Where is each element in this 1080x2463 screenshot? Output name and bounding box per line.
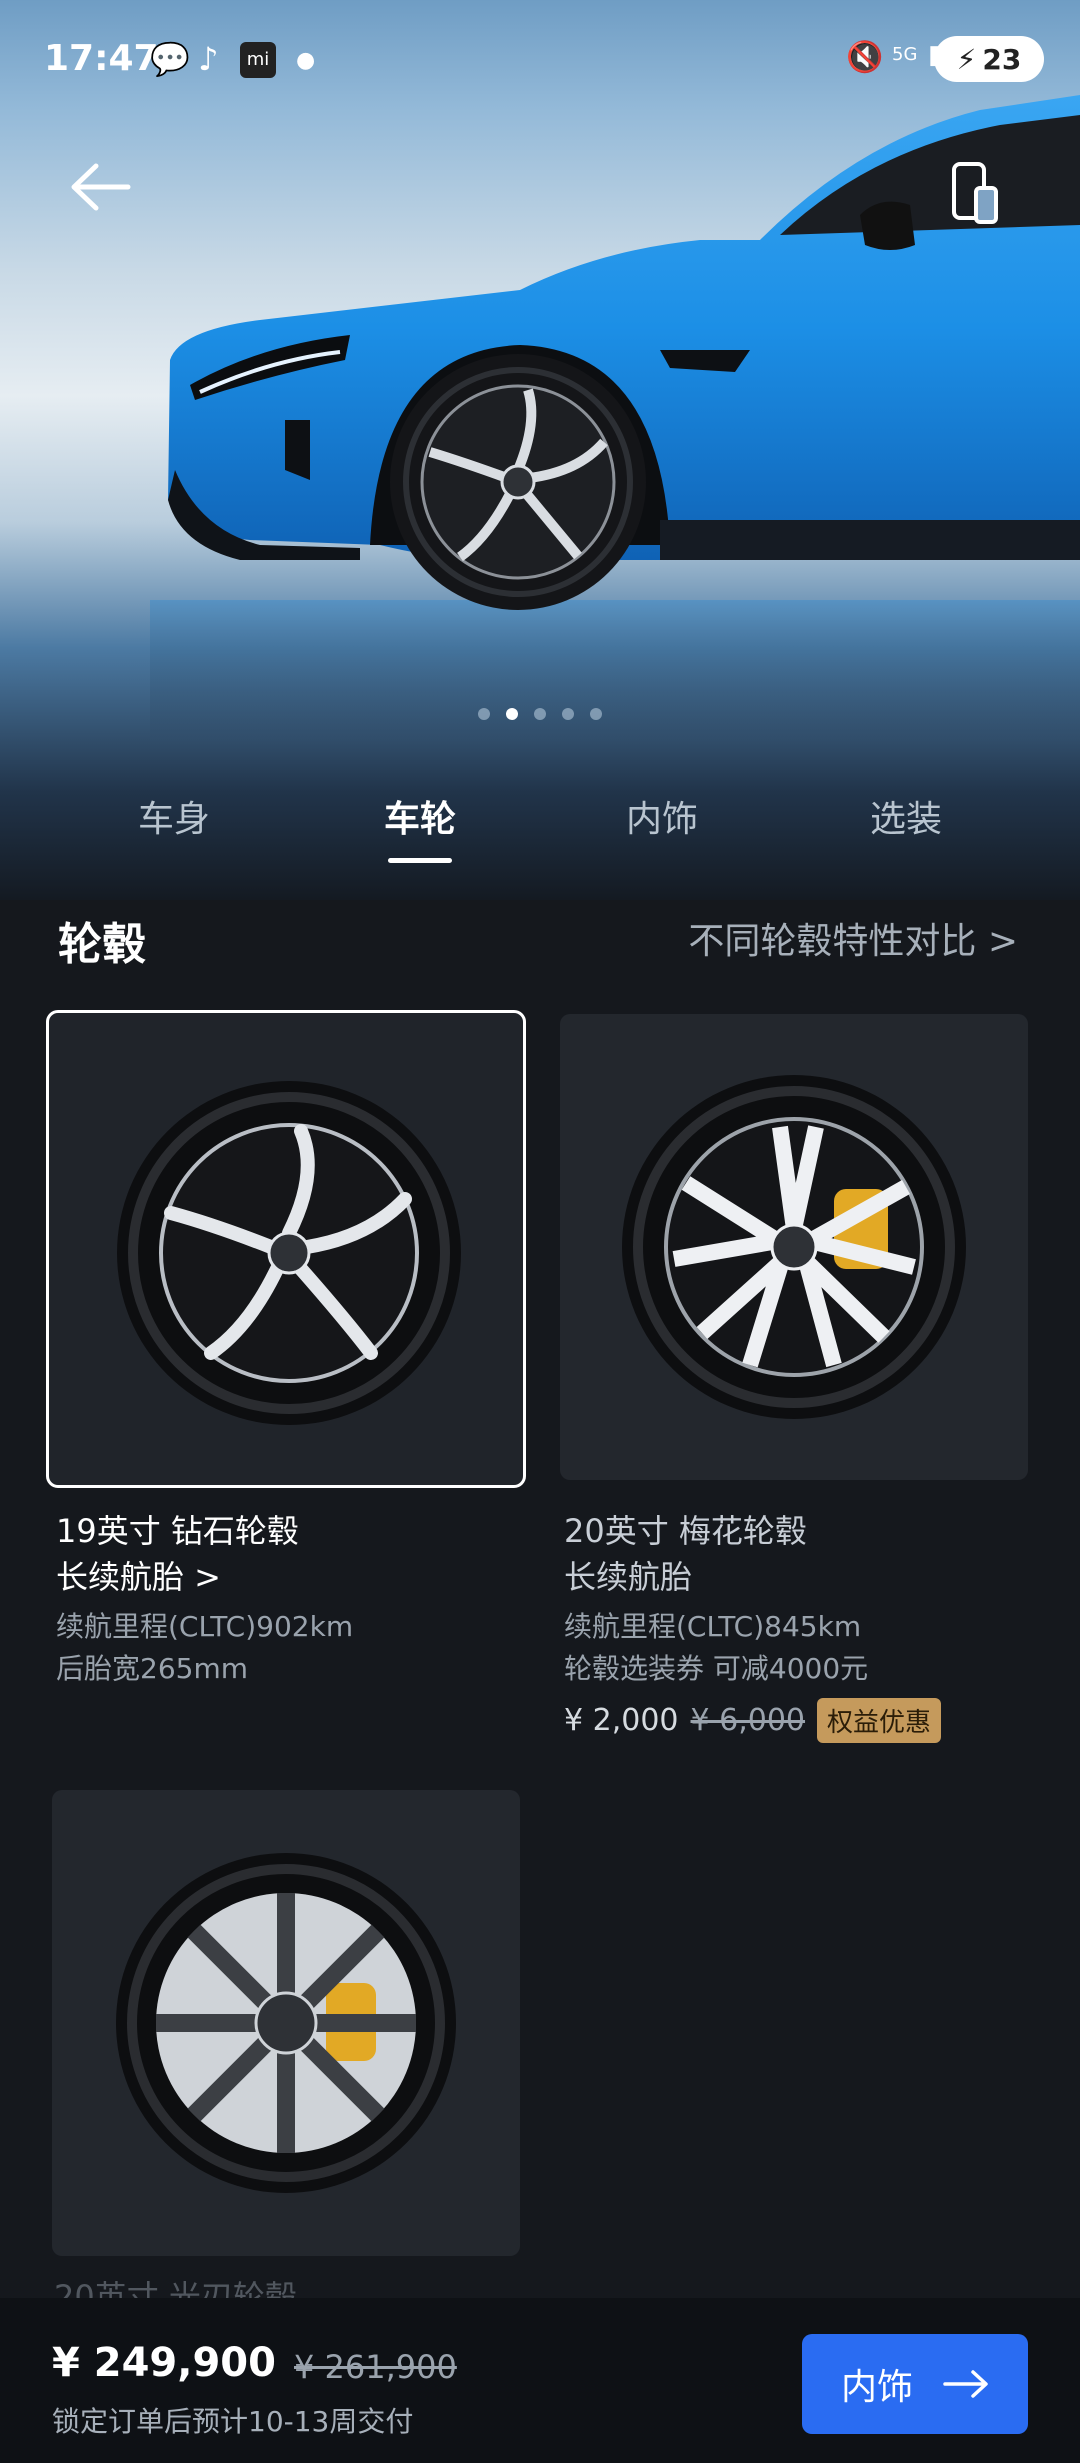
total-price: ¥ 249,900 [52,2340,276,2386]
wheel-option-2-name: 20英寸 梅花轮毂 [564,1512,807,1550]
message-icon: 💬 [150,40,190,78]
tab-wheels[interactable]: 车轮 [340,790,500,842]
status-time: 17:47 [44,38,159,79]
network-label: 5G [892,44,918,65]
battery-level: 23 [982,42,1022,76]
tiktok-icon: ♪ [198,40,219,78]
tab-options[interactable]: 选装 [826,790,986,842]
wheel-option-card-1[interactable] [46,1010,526,1488]
wheel-diamond-image [117,1081,461,1425]
tab-interior[interactable]: 内饰 [582,790,742,842]
section-title: 轮毂 [58,919,146,970]
wheel-option-card-3[interactable] [52,1790,520,2256]
arrow-right-icon [943,2370,988,2398]
next-step-label: 内饰 [840,2367,913,2408]
battery-indicator: ⚡ 23 [934,36,1044,82]
wheel-option-2-tire: 长续航胎 [564,1558,693,1596]
wheel-option-1-range: 续航里程(CLTC)902km [56,1610,354,1643]
wheel-option-card-2[interactable] [560,1014,1028,1480]
carousel-dot[interactable] [478,708,490,720]
carousel-dot-active[interactable] [506,708,518,720]
carousel-dot[interactable] [534,708,546,720]
wheel-option-2-detail: 轮毂选装券 可减4000元 [564,1652,869,1685]
hero-car-image: 17:47 💬 ♪ mi ● 🔇 5G ▮ ⚡ 23 车身 车轮 内饰 选装 [0,0,1080,900]
wheel-option-2-price: ¥ 2,000 [564,1703,679,1738]
active-tab-indicator [388,858,452,863]
wheel-option-2-price-row: ¥ 2,000 ¥ 6,000 权益优惠 [564,1698,942,1743]
status-bar: 17:47 💬 ♪ mi ● 🔇 5G ▮ ⚡ 23 [0,0,1080,120]
config-tabs: 车身 车轮 内饰 选装 [0,790,1080,870]
carousel-indicator [0,708,1080,720]
charging-icon: ⚡ [956,42,977,76]
original-price: ¥ 261,900 [294,2348,457,2386]
back-arrow-icon[interactable] [66,152,136,222]
wheel-option-1-name: 19英寸 钻石轮毂 [56,1512,299,1550]
wheel-option-1-detail: 后胎宽265mm [56,1652,248,1685]
wheel-blade-image [116,1853,456,2193]
benefit-badge: 权益优惠 [817,1698,942,1743]
compare-wheels-link[interactable]: 不同轮毂特性对比 > [688,912,1018,964]
mute-icon: 🔇 [846,40,884,75]
next-step-button[interactable]: 内饰 [802,2334,1028,2434]
mi-app-icon: mi [240,42,276,78]
delivery-estimate: 锁定订单后预计10-13周交付 [52,2405,414,2438]
carousel-dot[interactable] [562,708,574,720]
phone-view-icon[interactable] [948,158,1004,228]
more-notifications-icon: ● [296,48,316,73]
wheel-plum-image [622,1075,966,1419]
carousel-dot[interactable] [590,708,602,720]
wheel-option-1-tire[interactable]: 长续航胎 > [56,1554,221,1600]
bottom-price-bar: ¥ 249,900 ¥ 261,900 锁定订单后预计10-13周交付 内饰 [0,2298,1080,2463]
wheel-option-2-range: 续航里程(CLTC)845km [564,1610,862,1643]
tab-body[interactable]: 车身 [94,790,254,842]
car-illustration [150,95,1080,740]
wheel-option-2-price-old: ¥ 6,000 [690,1703,806,1738]
